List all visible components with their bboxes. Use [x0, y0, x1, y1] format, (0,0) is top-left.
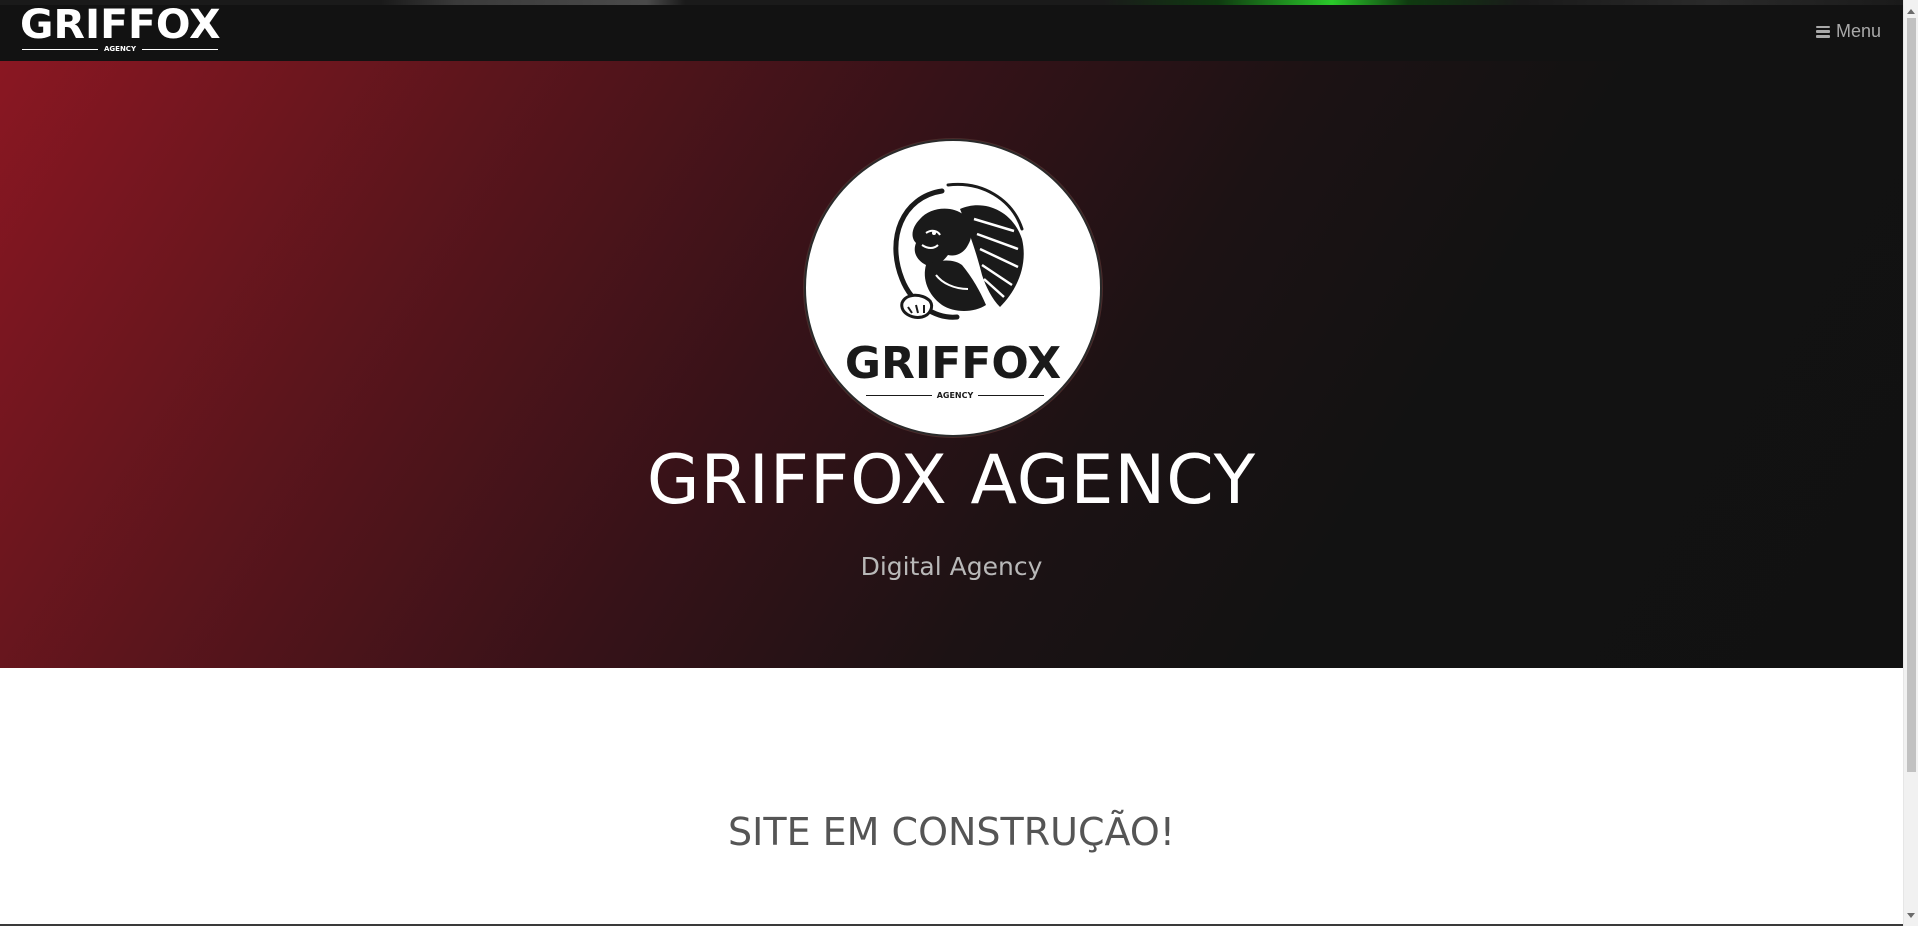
scroll-up-icon[interactable]: [1904, 4, 1918, 18]
top-accent-strip: [0, 0, 1903, 5]
logo-divider: [866, 395, 932, 396]
menu-label: Menu: [1835, 21, 1881, 41]
construction-heading: SITE EM CONSTRUÇÃO!: [728, 810, 1175, 854]
menu-toggle-button[interactable]: Menu: [1815, 21, 1881, 42]
brand-wordmark: GRIFFOX: [19, 2, 221, 48]
brand-logo[interactable]: GRIFFOX AGENCY: [19, 2, 221, 54]
scroll-down-icon[interactable]: [1904, 908, 1918, 922]
vertical-scrollbar[interactable]: [1903, 0, 1918, 926]
hamburger-icon: [1815, 25, 1830, 38]
hero-logo-wordmark: GRIFFOX: [844, 338, 1062, 389]
hero-subtitle: Digital Agency: [860, 552, 1043, 581]
logo-divider: [978, 395, 1044, 396]
griffin-icon: [893, 182, 1024, 320]
hero-logo-subtitle-row: AGENCY: [866, 391, 1044, 400]
brand-divider: [22, 48, 98, 50]
hero-logo-subtitle: AGENCY: [936, 391, 974, 400]
hero-section: GRIFFOX AGENCY GRIFFOX AGENCY Digital Ag…: [0, 61, 1903, 668]
scrollbar-thumb[interactable]: [1907, 18, 1916, 772]
page: GRIFFOX AGENCY Menu GRIFFOX AGENCY GRIFF…: [0, 0, 1918, 926]
hero-title: GRIFFOX AGENCY: [646, 441, 1257, 520]
navbar: GRIFFOX AGENCY Menu: [0, 0, 1903, 61]
content-section: SITE EM CONSTRUÇÃO!: [0, 668, 1903, 926]
hero-logo: GRIFFOX AGENCY: [804, 139, 1102, 437]
brand-divider: [142, 48, 219, 50]
